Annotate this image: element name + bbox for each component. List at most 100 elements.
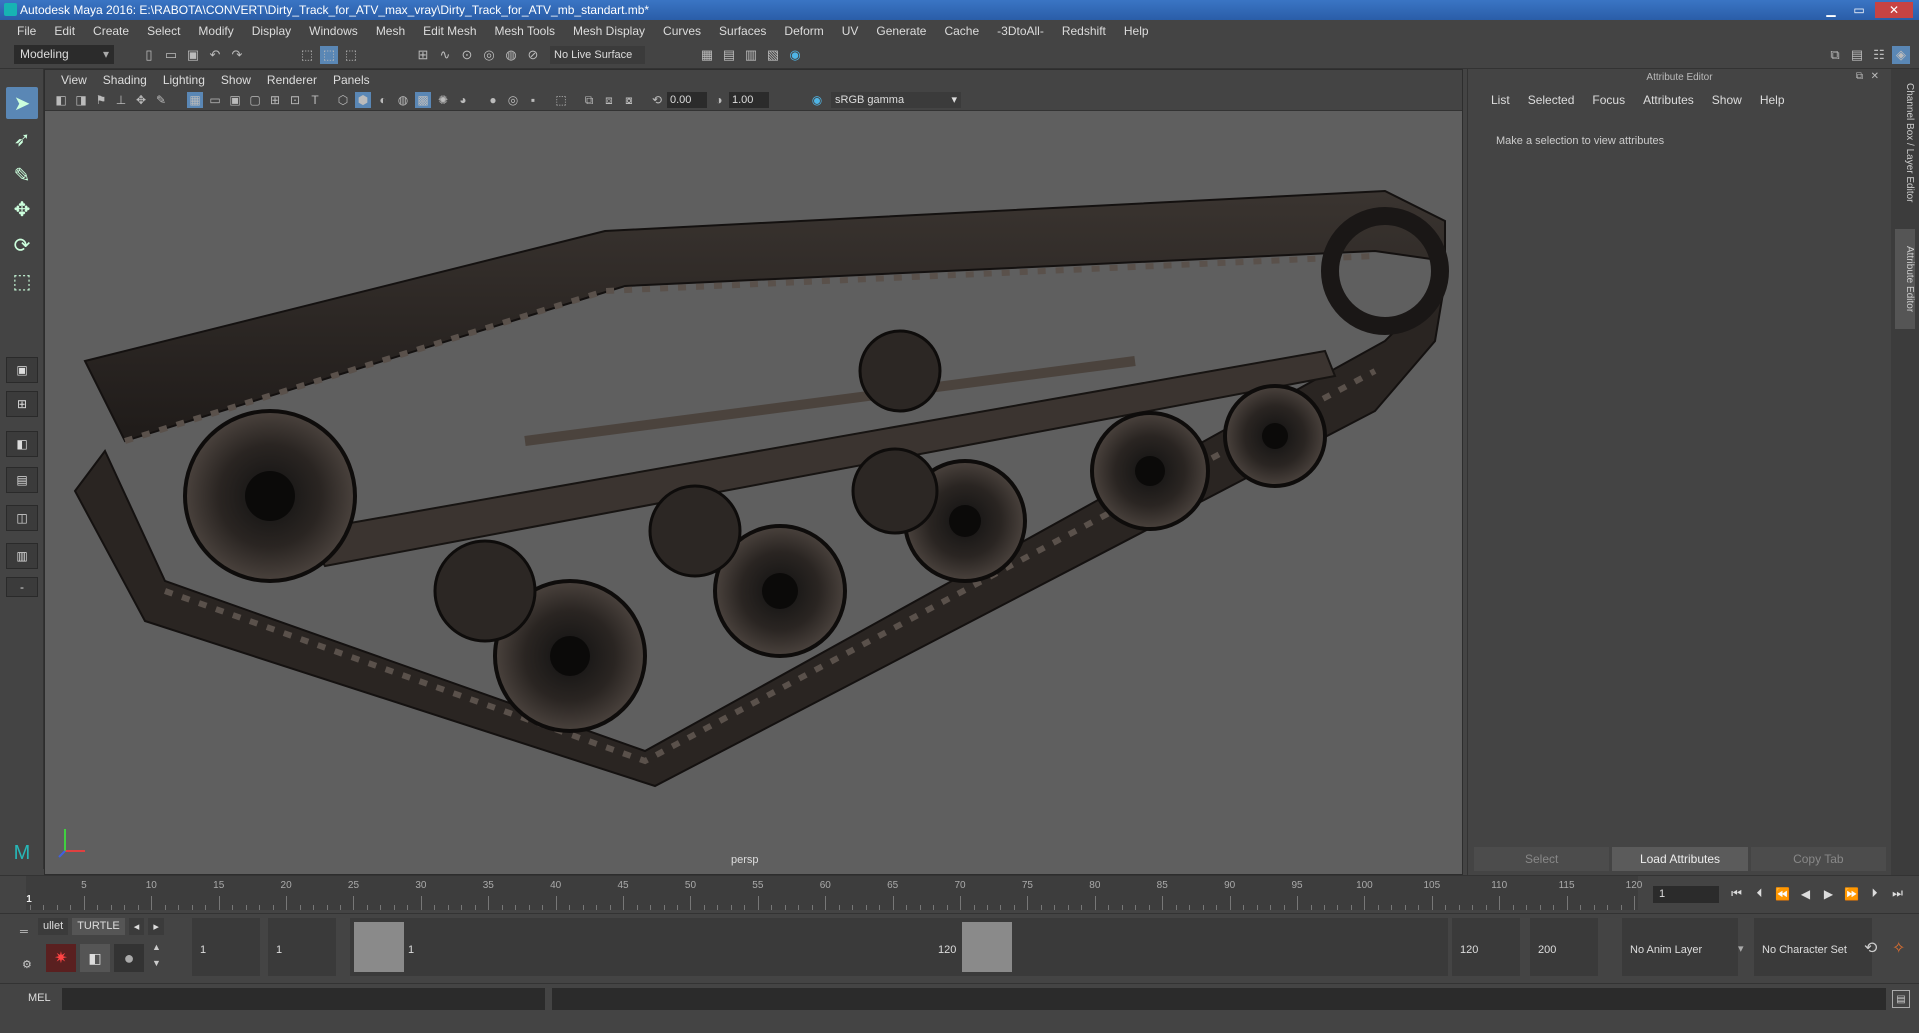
gamma-field[interactable]: 1.00 [729,92,769,108]
attr-menu-help[interactable]: Help [1751,93,1794,107]
time-slider-track[interactable]: 1 5 10 15 20 25 30 35 40 45 50 55 60 65 70 75 80 85 90 95 1… [26,876,1642,910]
menu-generate[interactable]: Generate [867,24,935,38]
viewport-menu-view[interactable]: View [53,73,95,87]
redo-icon[interactable]: ↷ [228,46,246,64]
render-view-icon[interactable]: ◉ [786,46,804,64]
close-button[interactable]: ✕ [1875,2,1913,18]
snap-curve-icon[interactable]: ∿ [436,46,454,64]
menu-edit-mesh[interactable]: Edit Mesh [414,24,485,38]
render-icon[interactable]: ✷ [46,944,76,972]
menu-deform[interactable]: Deform [775,24,832,38]
hypershade-icon[interactable]: ▧ [764,46,782,64]
go-to-start-icon[interactable]: ⏮ [1727,884,1746,903]
menu-windows[interactable]: Windows [300,24,367,38]
save-scene-icon[interactable]: ▣ [184,46,202,64]
exposure-field[interactable]: 0.00 [667,92,707,108]
menu-curves[interactable]: Curves [654,24,710,38]
toolbox-collapse-icon[interactable]: - [6,577,38,597]
chevron-down-icon[interactable]: ▾ [1738,942,1744,955]
shelf-tab-bullet[interactable]: ullet [38,918,69,935]
shelf-tab-scroll-left-icon[interactable]: ◂ [128,918,145,935]
viewport-menu-show[interactable]: Show [213,73,259,87]
tab-attribute-editor[interactable]: Attribute Editor [1895,229,1915,329]
baking-icon[interactable]: ◧ [80,944,110,972]
menu-surfaces[interactable]: Surfaces [710,24,775,38]
start-time-field[interactable]: 1 [192,918,260,976]
viewport-menu-lighting[interactable]: Lighting [155,73,213,87]
camera-select-icon[interactable]: ◧ [53,92,69,108]
field-chart-icon[interactable]: ⊞ [267,92,283,108]
menu-create[interactable]: Create [84,24,138,38]
shelf-tab-turtle[interactable]: TURTLE [72,918,125,935]
attr-menu-focus[interactable]: Focus [1583,93,1634,107]
play-forwards-icon[interactable]: ▶ [1819,884,1838,903]
four-view-layout-icon[interactable]: ⊞ [6,391,38,417]
exposure-reset-icon[interactable]: ⟲ [649,92,665,108]
shadows-icon[interactable]: ◕ [455,92,471,108]
command-language-label[interactable]: MEL [28,992,51,1004]
playback-start-field[interactable]: 1 [268,918,336,976]
xray-icon[interactable]: ⧉ [581,92,597,108]
shelf-collapse-icon[interactable]: ═ [20,926,28,938]
snap-grid-icon[interactable]: ⊞ [414,46,432,64]
menu-file[interactable]: File [8,24,45,38]
persp-outliner-layout-icon[interactable]: ◧ [6,431,38,457]
grid-toggle-icon[interactable]: ▦ [187,92,203,108]
command-input[interactable] [62,988,545,1010]
select-by-component-icon[interactable]: ⬚ [342,46,360,64]
safe-action-icon[interactable]: ⊡ [287,92,303,108]
menu-edit[interactable]: Edit [45,24,84,38]
default-material-icon[interactable]: ◐ [375,92,391,108]
film-gate-icon[interactable]: ▭ [207,92,223,108]
lasso-tool-icon[interactable]: ➶ [6,123,38,155]
snap-point-icon[interactable]: ⊙ [458,46,476,64]
snap-view-plane-icon[interactable]: ◎ [480,46,498,64]
attr-menu-attributes[interactable]: Attributes [1634,93,1703,107]
scale-tool-icon[interactable]: ⬚ [6,265,38,297]
anim-layer-dropdown[interactable]: No Anim Layer [1622,918,1738,976]
use-all-lights-icon[interactable]: ✺ [435,92,451,108]
ambient-occlusion-icon[interactable]: ● [485,92,501,108]
attr-menu-show[interactable]: Show [1703,93,1751,107]
grease-pencil-icon[interactable]: ✎ [153,92,169,108]
end-time-field[interactable]: 200 [1530,918,1598,976]
viewport-menu-panels[interactable]: Panels [325,73,378,87]
bookmark-icon[interactable]: ⚑ [93,92,109,108]
viewport-panel[interactable]: View Shading Lighting Show Renderer Pane… [44,69,1463,875]
wireframe-on-shaded-icon[interactable]: ◍ [395,92,411,108]
menu-display[interactable]: Display [243,24,300,38]
isolate-select-icon[interactable]: ⬚ [553,92,569,108]
camera-attributes-icon[interactable]: ◨ [73,92,89,108]
time-slider[interactable]: 1 5 10 15 20 25 30 35 40 45 50 55 60 65 70 75 80 85 90 95 1… [0,875,1919,913]
close-icon[interactable]: ✕ [1871,71,1879,82]
modeling-toolkit-icon[interactable]: ⧉ [1826,46,1844,64]
range-slider[interactable]: 1 120 [350,918,1448,976]
image-plane-icon[interactable]: ⊥ [113,92,129,108]
animation-preferences-icon[interactable]: ✧ [1892,938,1905,958]
shelf-scroll-down-icon[interactable]: ▼ [152,958,161,968]
go-to-end-icon[interactable]: ⏭ [1888,884,1907,903]
move-tool-icon[interactable]: ✥ [6,193,38,225]
rotate-tool-icon[interactable]: ⟳ [6,229,38,261]
persp-graph-layout-icon[interactable]: ▤ [6,467,38,493]
paint-select-tool-icon[interactable]: ✎ [6,159,38,191]
menu-mesh[interactable]: Mesh [367,24,414,38]
motion-blur-icon[interactable]: ◎ [505,92,521,108]
outliner-layout-icon[interactable]: ▥ [6,543,38,569]
minimize-button[interactable]: ▁ [1819,2,1843,18]
hypershade-layout-icon[interactable]: ◫ [6,505,38,531]
select-button[interactable]: Select [1474,847,1610,871]
attr-menu-selected[interactable]: Selected [1519,93,1584,107]
menu-redshift[interactable]: Redshift [1053,24,1115,38]
current-frame-field[interactable]: 1 [1653,886,1719,903]
tab-channel-box-layer-editor[interactable]: Channel Box / Layer Editor [1895,73,1915,213]
range-start-handle[interactable] [354,922,404,972]
safe-title-icon[interactable]: T [307,92,323,108]
anti-aliasing-icon[interactable]: ▪ [525,92,541,108]
select-tool-icon[interactable]: ➤ [6,87,38,119]
menu-help[interactable]: Help [1115,24,1158,38]
new-scene-icon[interactable]: ▯ [140,46,158,64]
shelf-settings-icon[interactable]: ⚙ [22,958,32,971]
attr-menu-list[interactable]: List [1482,93,1519,107]
float-panel-icon[interactable]: ⧉ [1856,71,1863,82]
